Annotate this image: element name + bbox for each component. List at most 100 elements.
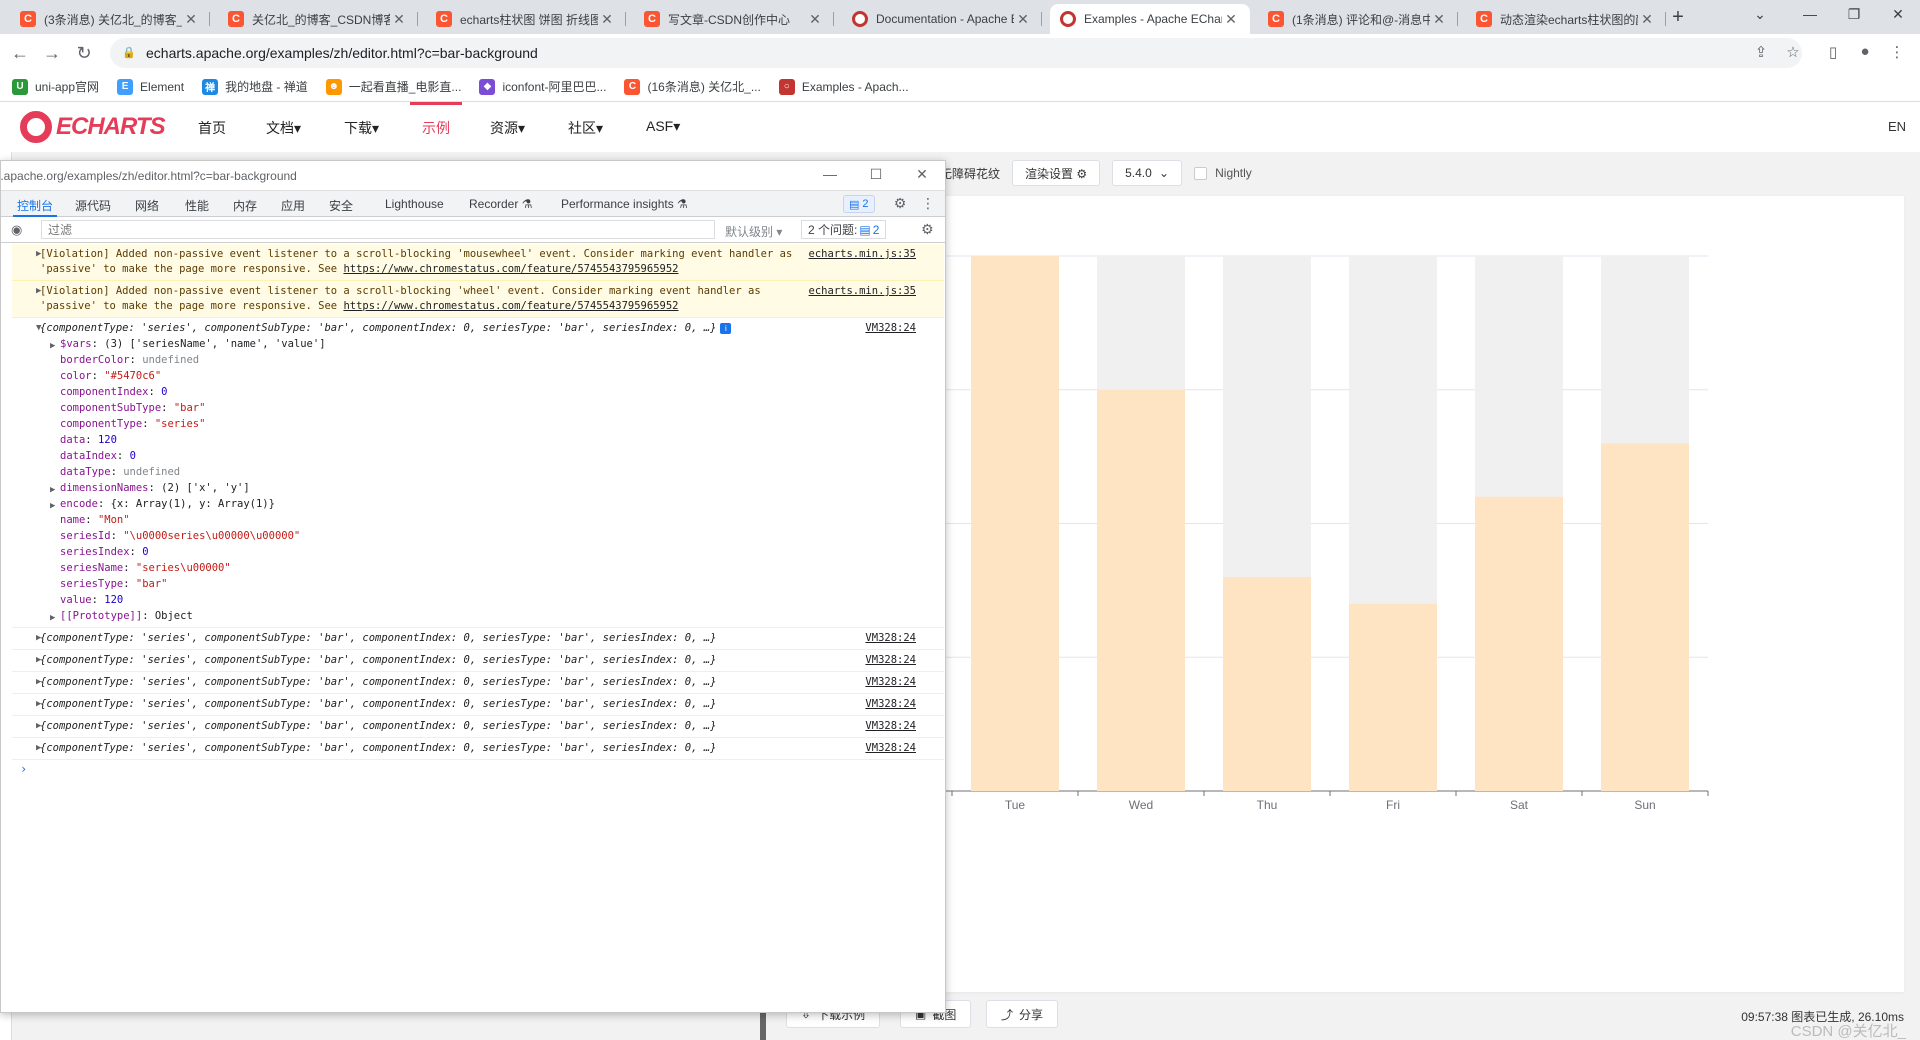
expand-triangle-icon[interactable]: ▶ xyxy=(36,675,41,690)
share-page-icon[interactable]: ⇪ xyxy=(1750,43,1772,65)
site-nav-item[interactable]: 示例 xyxy=(410,102,462,138)
devtools-tab[interactable]: 安全 xyxy=(329,197,353,214)
bookmark-item[interactable]: 禅我的地盘 - 禅道 xyxy=(202,78,308,95)
devtools-tab[interactable]: 性能 xyxy=(185,197,209,214)
browser-tab[interactable]: C (3条消息) 关亿北_的博客_CSDN博客✕ xyxy=(10,4,210,34)
bar[interactable] xyxy=(971,256,1059,791)
source-link[interactable]: echarts.min.js:35 xyxy=(809,284,916,299)
console-violation-row[interactable]: ▶ [Violation] Added non-passive event lis… xyxy=(12,244,944,281)
bookmark-item[interactable]: ☻ 一起看直播_电影直... xyxy=(325,78,461,95)
collapse-triangle-icon[interactable]: ▼ xyxy=(36,321,41,336)
expand-triangle-icon[interactable]: ▶ xyxy=(36,697,41,712)
browser-tab[interactable]: C 动态渲染echarts柱状图的颜色✕ xyxy=(1466,4,1666,34)
render-settings-button[interactable]: 渲染设置 ⚙ xyxy=(1012,160,1101,186)
bar-chart[interactable]: Mon120TueWedThuFriSatSun xyxy=(940,196,1904,992)
console-prompt[interactable]: › xyxy=(12,760,944,778)
object-property[interactable]: ▶ $vars: (3) ['seriesName', 'name', 'valu… xyxy=(12,336,814,352)
bar[interactable] xyxy=(1097,389,1185,791)
chevron-down-icon[interactable]: ⌄ xyxy=(1740,6,1780,26)
object-property[interactable]: ▶ encode: {x: Array(1), y: Array(1)} xyxy=(12,496,814,512)
site-nav-item[interactable]: 文档▾ xyxy=(266,118,301,138)
side-panel-icon[interactable]: ▯ xyxy=(1822,43,1844,65)
browser-tab[interactable]: C 关亿北_的博客_CSDN博客 ✕ xyxy=(218,4,418,34)
devtools-tab[interactable]: 控制台 xyxy=(12,197,58,217)
back-arrow-icon[interactable]: ← xyxy=(8,42,32,66)
expand-triangle-icon[interactable]: ▶ xyxy=(36,247,41,262)
log-levels-dropdown[interactable]: 默认级别 ▾ xyxy=(725,223,782,240)
site-nav-item[interactable]: 下载▾ xyxy=(344,118,379,138)
decal-pattern-label[interactable]: 无障碍花纹 xyxy=(940,165,1000,182)
echarts-logo[interactable]: ECHARTS xyxy=(20,111,166,143)
new-tab-plus-icon[interactable]: + xyxy=(1664,6,1692,30)
profile-avatar-icon[interactable]: ● xyxy=(1854,43,1876,65)
browser-tab[interactable]: Examples - Apache ECharts ✕ xyxy=(1050,4,1250,34)
site-nav-item[interactable]: ASF▾ xyxy=(646,118,680,135)
forward-arrow-icon[interactable]: → xyxy=(40,42,64,66)
console-object-row[interactable]: ▶ {componentType: 'series', componentSubT… xyxy=(12,716,944,738)
console-object-row[interactable]: ▶ {componentType: 'series', componentSubT… xyxy=(12,672,944,694)
browser-menu-icon[interactable]: ⋮ xyxy=(1886,43,1908,65)
expand-triangle-icon[interactable]: ▶ xyxy=(36,741,41,756)
bookmark-item[interactable]: C (16条消息) 关亿北_... xyxy=(624,78,761,95)
tab-close-icon[interactable]: ✕ xyxy=(806,11,824,28)
expand-triangle-icon[interactable]: ▶ xyxy=(36,653,41,668)
source-link[interactable]: VM328:24 xyxy=(865,321,916,336)
console-object-row[interactable]: ▶ {componentType: 'series', componentSubT… xyxy=(12,628,944,650)
source-link[interactable]: VM328:24 xyxy=(865,631,916,646)
violation-link[interactable]: https://www.chromestatus.com/feature/574… xyxy=(343,300,678,312)
minimize-icon[interactable]: — xyxy=(1790,6,1830,26)
source-link[interactable]: VM328:24 xyxy=(865,675,916,690)
console-violation-row[interactable]: ▶ [Violation] Added non-passive event lis… xyxy=(12,281,944,318)
bookmark-item[interactable]: Uuni-app官网 xyxy=(12,78,99,95)
devtools-tab[interactable]: 内存 xyxy=(233,197,257,214)
console-object-row[interactable]: ▶ {componentType: 'series', componentSubT… xyxy=(12,694,944,716)
lock-icon[interactable]: 🔒 xyxy=(122,46,136,60)
browser-tab[interactable]: Documentation - Apache ECharts✕ xyxy=(842,4,1042,34)
bookmark-star-icon[interactable]: ☆ xyxy=(1782,43,1804,65)
browser-tab[interactable]: Cecharts柱状图 饼图 折线图 ✕ xyxy=(426,4,626,34)
object-property[interactable]: ▶ [[Prototype]]: Object xyxy=(12,608,814,624)
close-icon[interactable]: ✕ xyxy=(1878,6,1918,26)
source-link[interactable]: echarts.min.js:35 xyxy=(809,247,916,262)
tab-close-icon[interactable]: ✕ xyxy=(390,11,408,28)
source-link[interactable]: VM328:24 xyxy=(865,719,916,734)
bar[interactable] xyxy=(1223,577,1311,791)
source-link[interactable]: VM328:24 xyxy=(865,697,916,712)
console-filter-input[interactable] xyxy=(41,220,715,239)
checkbox-box[interactable] xyxy=(1194,166,1208,180)
devtools-tab[interactable]: Recorder ⚗ xyxy=(469,197,532,211)
chart-panel[interactable]: Mon120TueWedThuFriSatSun xyxy=(940,196,1904,992)
expand-triangle-icon[interactable]: ▶ xyxy=(36,284,41,299)
devtools-tab[interactable]: 网络 xyxy=(135,197,159,214)
bar[interactable] xyxy=(1349,603,1437,791)
bookmark-item[interactable]: E Element xyxy=(117,78,184,95)
tab-close-icon[interactable]: ✕ xyxy=(1014,11,1032,28)
issues-counter[interactable]: 2 个问题: ▤ 2 xyxy=(801,220,887,239)
site-nav-item[interactable]: 社区▾ xyxy=(568,118,603,138)
close-icon[interactable]: ✕ xyxy=(911,166,933,183)
tab-close-icon[interactable]: ✕ xyxy=(1638,11,1656,28)
expand-triangle-icon[interactable]: ▶ xyxy=(36,719,41,734)
bar[interactable] xyxy=(1475,496,1563,791)
tab-close-icon[interactable]: ✕ xyxy=(1430,11,1448,28)
console-output[interactable]: ▶ [Violation] Added non-passive event lis… xyxy=(12,244,944,1012)
console-object-row[interactable]: ▼ {componentType: 'series', componentSubT… xyxy=(12,318,944,628)
expand-triangle-icon[interactable]: ▶ xyxy=(50,610,55,626)
tab-close-icon[interactable]: ✕ xyxy=(598,11,616,28)
bar[interactable] xyxy=(1601,443,1689,791)
issues-badge[interactable]: ▤ 2 xyxy=(843,195,875,213)
reload-icon[interactable]: ↻ xyxy=(72,42,96,66)
kebab-menu-icon[interactable]: ⋮ xyxy=(919,195,937,212)
info-icon[interactable]: i xyxy=(720,323,732,334)
browser-tab[interactable]: C (1条消息) 评论和@-消息中心✕ xyxy=(1258,4,1458,34)
object-property[interactable]: ▶ dimensionNames: (2) ['x', 'y'] xyxy=(12,480,814,496)
source-link[interactable]: VM328:24 xyxy=(865,741,916,756)
share-button[interactable]: ⤴ 分享 xyxy=(986,1000,1059,1028)
expand-triangle-icon[interactable]: ▶ xyxy=(36,631,41,646)
bookmark-item[interactable]: ◆ iconfont-阿里巴巴... xyxy=(479,78,606,95)
tab-close-icon[interactable]: ✕ xyxy=(182,11,200,28)
gear-icon[interactable]: ⚙ xyxy=(891,195,909,212)
source-link[interactable]: VM328:24 xyxy=(865,653,916,668)
console-object-row[interactable]: ▶ {componentType: 'series', componentSubT… xyxy=(12,738,944,760)
devtools-tab[interactable]: Performance insights ⚗ xyxy=(561,197,688,211)
